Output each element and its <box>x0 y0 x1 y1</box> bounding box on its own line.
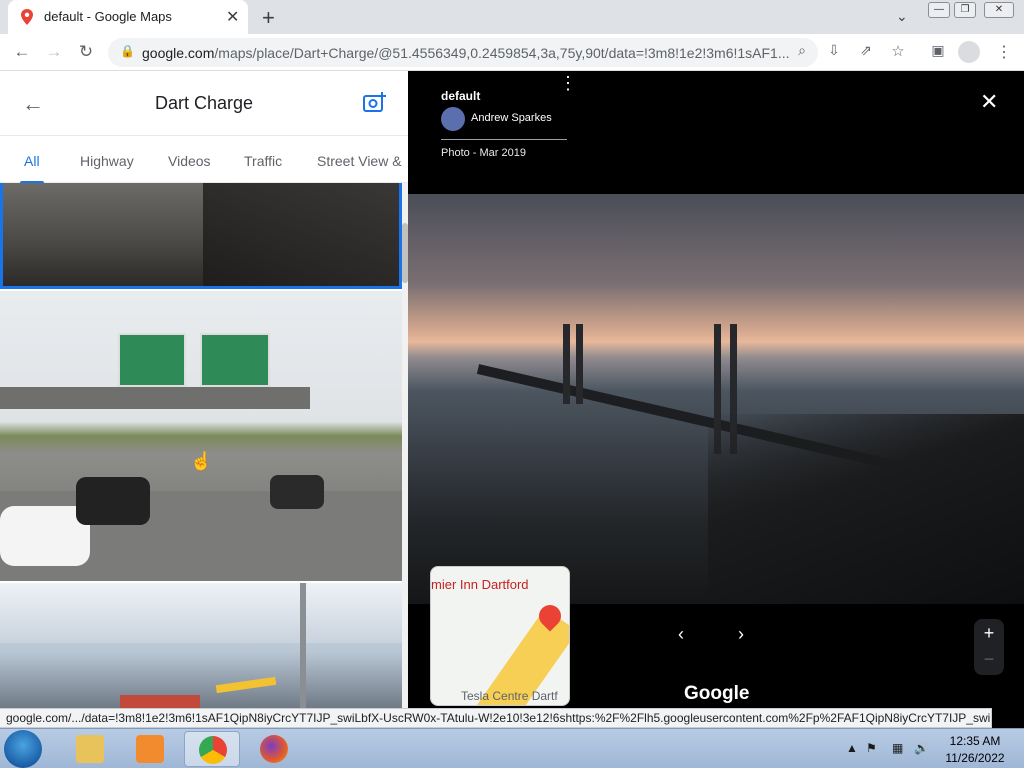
next-photo-button[interactable]: › <box>738 624 744 645</box>
cloudy-sky <box>0 583 402 643</box>
clock-date[interactable]: 11/26/2022 <box>942 751 1008 765</box>
photo-thumbnail[interactable] <box>0 583 402 708</box>
gantry-sign <box>200 333 270 387</box>
photo-date: Photo - Mar 2019 <box>441 147 526 159</box>
firefox-icon <box>260 735 288 763</box>
gantry-sign <box>118 333 186 387</box>
tab-traffic[interactable]: Traffic <box>244 153 282 169</box>
side-panel-icon[interactable]: ▣ <box>928 42 948 59</box>
gantry-beam <box>0 387 310 409</box>
search-icon[interactable]: ⌕ <box>792 42 812 59</box>
url-text[interactable]: google.com/maps/place/Dart+Charge/@51.45… <box>142 45 790 61</box>
author-name[interactable]: Andrew Sparkes <box>471 112 552 124</box>
minimap-place-label: Tesla Centre Dartf <box>461 689 558 703</box>
google-logo: Google <box>684 683 750 704</box>
show-hidden-icons-icon[interactable]: ▲ <box>846 741 858 755</box>
toll-booth <box>120 695 200 708</box>
album-name[interactable]: default <box>441 89 480 103</box>
more-options-icon[interactable]: ⋮ <box>559 73 577 94</box>
taskbar-chrome[interactable] <box>184 731 240 767</box>
url-host: google.com <box>142 45 215 61</box>
address-bar[interactable]: 🔒 google.com/maps/place/Dart+Charge/@51.… <box>108 38 818 67</box>
location-minimap[interactable]: mier Inn Dartford Tesla Centre Dartf <box>430 566 570 706</box>
photo-viewer: default Andrew Sparkes Photo - Mar 2019 … <box>408 71 1024 708</box>
tab-street-view[interactable]: Street View & <box>317 153 402 169</box>
main-photo[interactable] <box>408 194 1024 604</box>
divider <box>441 139 567 140</box>
browser-menu-icon[interactable]: ⋮ <box>994 42 1014 62</box>
minimap-place-label: mier Inn Dartford <box>431 577 529 592</box>
add-photo-icon[interactable] <box>362 91 388 115</box>
barrier <box>215 676 277 694</box>
volume-icon[interactable]: 🔊 <box>914 741 929 755</box>
lock-icon[interactable]: 🔒 <box>120 44 135 58</box>
start-button[interactable] <box>4 730 42 768</box>
windows-taskbar: ▲ ⚑ ▦ 🔊 12:35 AM 11/26/2022 <box>0 728 1024 768</box>
reload-icon[interactable]: ↻ <box>76 42 96 62</box>
profile-avatar-icon[interactable] <box>958 41 980 63</box>
photo-thumbnail[interactable]: ☝ <box>0 291 402 581</box>
new-tab-button[interactable]: + <box>262 5 275 31</box>
action-center-icon[interactable]: ⚑ <box>866 741 877 755</box>
url-path: /maps/place/Dart+Charge/@51.4556349,0.24… <box>214 45 790 61</box>
network-icon[interactable]: ▦ <box>892 741 903 755</box>
status-bar-url: google.com/.../data=!3m8!1e2!3m6!1sAF1Qi… <box>0 708 992 728</box>
clock-time[interactable]: 12:35 AM <box>944 734 1006 748</box>
share-icon[interactable]: ⇗ <box>856 42 876 59</box>
taskbar-file-explorer[interactable] <box>62 731 118 767</box>
thumbnail-shadow <box>203 183 399 286</box>
zoom-control: + − <box>974 619 1004 675</box>
bookmark-star-icon[interactable]: ☆ <box>888 42 908 60</box>
bridge-pylon <box>576 324 583 404</box>
tab-strip: default - Google Maps ✕ + ⌄ — ❐ ✕ <box>0 0 1024 34</box>
tab-videos[interactable]: Videos <box>168 153 211 169</box>
mouse-cursor-icon: ☝ <box>190 451 213 471</box>
photos-panel: ← Dart Charge All Highway Videos Traffic… <box>0 71 408 708</box>
place-title: Dart Charge <box>154 93 254 113</box>
foreground-shore <box>708 414 1024 604</box>
black-car <box>270 475 324 509</box>
tab-search-icon[interactable]: ⌄ <box>896 8 908 25</box>
close-icon[interactable]: ✕ <box>980 89 998 115</box>
chrome-icon <box>199 736 227 764</box>
zoom-in-button[interactable]: + <box>974 623 1004 644</box>
black-car <box>76 477 150 525</box>
author-avatar[interactable] <box>441 107 465 131</box>
zoom-out-button[interactable]: − <box>974 649 1004 670</box>
photo-thumbnail[interactable] <box>0 183 402 289</box>
photo-category-tabs: All Highway Videos Traffic Street View & <box>0 135 408 184</box>
bridge-pylon <box>563 324 570 404</box>
close-window-button[interactable]: ✕ <box>984 2 1014 18</box>
taskbar-firefox[interactable] <box>246 731 302 767</box>
tab-title: default - Google Maps <box>44 9 172 24</box>
folder-icon <box>76 735 104 763</box>
tab-all[interactable]: All <box>24 153 40 169</box>
forward-arrow-icon[interactable]: → <box>44 42 64 62</box>
browser-toolbar: ← → ↻ 🔒 google.com/maps/place/Dart+Charg… <box>0 34 1024 71</box>
taskbar-media-player[interactable] <box>122 731 178 767</box>
close-tab-icon[interactable]: ✕ <box>226 7 239 27</box>
minimize-window-button[interactable]: — <box>928 2 950 18</box>
install-app-icon[interactable]: ⇩ <box>824 42 844 59</box>
google-maps-favicon-icon <box>21 9 33 25</box>
previous-photo-button[interactable]: ‹ <box>678 624 684 645</box>
tab-highway[interactable]: Highway <box>80 153 134 169</box>
lamp-post <box>300 583 306 708</box>
back-arrow-icon[interactable]: ← <box>12 42 32 62</box>
restore-window-button[interactable]: ❐ <box>954 2 976 18</box>
browser-tab[interactable]: default - Google Maps ✕ <box>8 0 248 34</box>
media-player-icon <box>136 735 164 763</box>
